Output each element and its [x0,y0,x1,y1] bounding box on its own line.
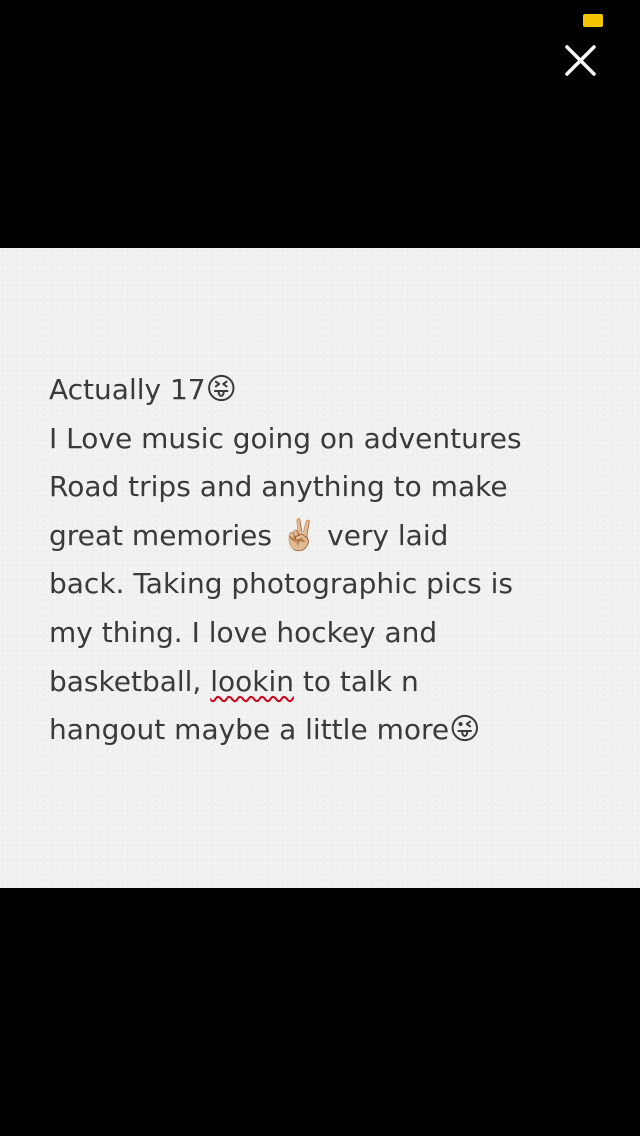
note-text: Actually 17😝 I Love music going on adven… [49,366,609,755]
note-line-3: Road trips and anything to make [49,470,508,504]
winking-tongue-emoji-icon: 😜 [449,712,481,748]
close-icon [565,45,596,76]
victory-hand-emoji-icon: ✌🏼 [280,517,319,553]
note-line-4: great memories ✌🏼 very laid [49,517,449,553]
note-line-7: basketball, lookin to talk n [49,664,419,698]
status-indicator [583,14,603,27]
note-line-8: hangout maybe a little more😜 [49,712,481,748]
misspelled-word: lookin [210,664,295,698]
note-line-5: back. Taking photographic pics is [49,567,513,601]
photo-image: Actually 17😝 I Love music going on adven… [0,248,640,888]
note-line-6: my thing. I love hockey and [49,615,438,649]
note-line-1: Actually 17😝 [49,372,237,407]
squinting-tongue-emoji-icon: 😝 [205,372,237,407]
note-line-2: I Love music going on adventures [49,421,522,455]
close-button[interactable] [556,38,604,86]
